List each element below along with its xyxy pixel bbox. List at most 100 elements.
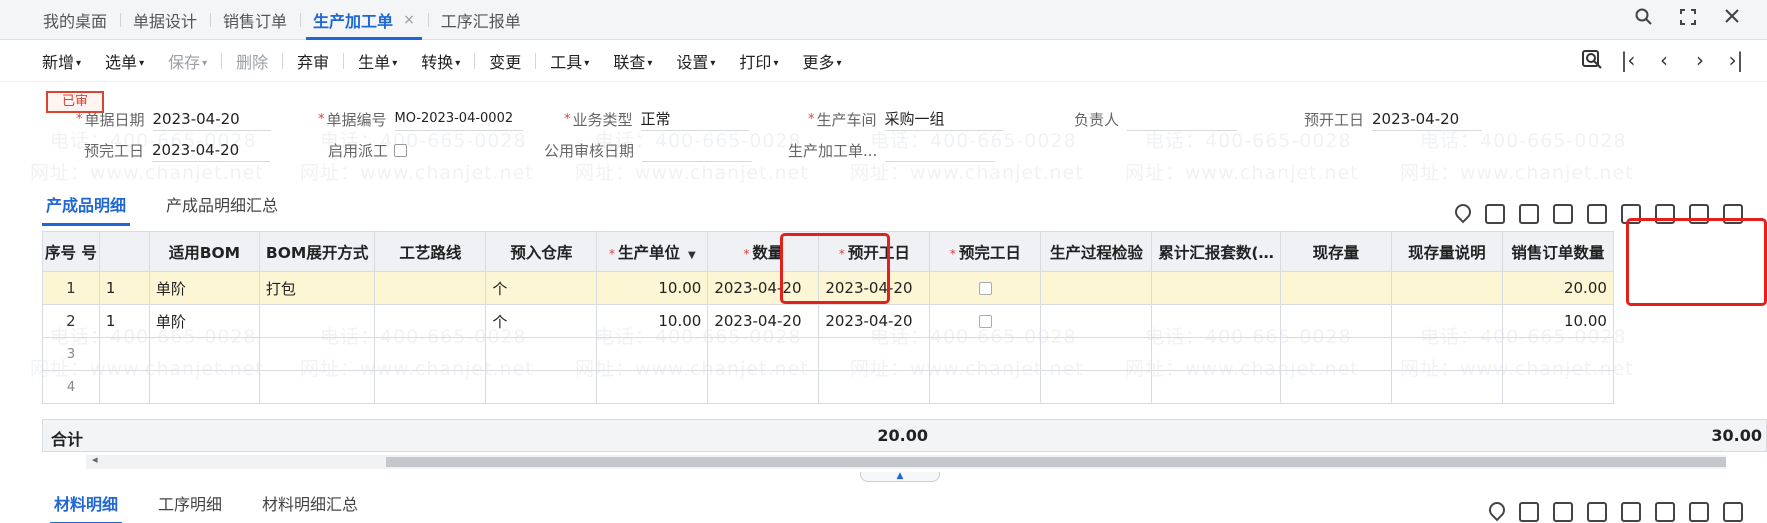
col-header-qty[interactable]: * 数量: [707, 231, 820, 272]
doc-no-input[interactable]: MO-2023-04-0002: [394, 107, 523, 131]
table-cell[interactable]: 单阶: [148, 271, 260, 305]
table-cell[interactable]: 2023-04-20: [818, 304, 931, 338]
column-settings-icon[interactable]: [1723, 502, 1743, 522]
table-cell[interactable]: [1151, 370, 1281, 404]
add-row-icon[interactable]: [1485, 204, 1505, 224]
table-cell[interactable]: 个: [485, 271, 598, 305]
table-cell[interactable]: [929, 337, 1042, 371]
col-header-rowno[interactable]: 序号 号: [42, 231, 100, 272]
plan-finish-input[interactable]: 2023-04-20: [152, 138, 271, 162]
col-header-route[interactable]: 工艺路线: [374, 231, 487, 272]
next-record-icon[interactable]: ›: [1689, 48, 1711, 72]
copy-row-icon[interactable]: [1519, 204, 1539, 224]
close-window-icon[interactable]: [1721, 8, 1743, 30]
location-pin-icon[interactable]: [1451, 200, 1475, 224]
table-cell[interactable]: [148, 370, 260, 404]
table-cell[interactable]: [1279, 304, 1392, 338]
table-cell[interactable]: 1: [98, 271, 150, 305]
so-qty-cell[interactable]: 10.00: [1501, 304, 1614, 338]
table-cell[interactable]: 打包: [258, 271, 376, 305]
so-qty-cell[interactable]: 20.00: [1501, 271, 1614, 305]
close-icon[interactable]: ×: [403, 12, 415, 28]
col-header-inspection[interactable]: 生产过程检验: [1040, 231, 1153, 272]
change-button[interactable]: 变更: [477, 49, 533, 73]
table-cell[interactable]: [258, 370, 376, 404]
table-cell[interactable]: [596, 370, 709, 404]
tab-form-design[interactable]: 单据设计: [120, 0, 210, 40]
save-button[interactable]: 保存 ▾: [156, 49, 219, 73]
fullscreen-icon[interactable]: [1677, 8, 1699, 30]
table-cell[interactable]: [1279, 337, 1392, 371]
col-header-reported[interactable]: 累计汇报套数(…: [1151, 231, 1281, 272]
copy-row-icon[interactable]: [1553, 502, 1573, 522]
audit-date-input[interactable]: [642, 138, 753, 162]
batch-edit-icon[interactable]: [1621, 502, 1641, 522]
location-pin-icon[interactable]: [1485, 498, 1509, 522]
workshop-input[interactable]: 采购一组: [884, 107, 1003, 131]
col-header-bom[interactable]: 适用BOM: [148, 231, 260, 272]
col-header-plan-start[interactable]: * 预开工日: [818, 231, 931, 272]
col-header-plan-finish[interactable]: * 预完工日: [929, 231, 1042, 272]
search-icon[interactable]: [1633, 8, 1655, 30]
table-cell[interactable]: [374, 304, 487, 338]
table-row[interactable]: 3: [42, 337, 1614, 371]
table-row[interactable]: 2 1 单阶 个 10.00 2023-04-20 2023-04-20 10.…: [42, 304, 1614, 338]
abandon-audit-button[interactable]: 弃审: [285, 49, 341, 73]
locate-record-icon[interactable]: [1581, 48, 1603, 72]
last-record-icon[interactable]: ›|: [1725, 48, 1747, 72]
table-cell[interactable]: [98, 337, 150, 371]
tab-finished-goods-summary[interactable]: 产成品明细汇总: [166, 192, 278, 222]
col-header-so-qty[interactable]: 销售订单数量: [1501, 231, 1614, 272]
doc-ref-input[interactable]: [885, 138, 996, 162]
select-button[interactable]: 选单 ▾: [93, 49, 156, 73]
table-cell[interactable]: [485, 370, 598, 404]
table-row[interactable]: 4: [42, 370, 1614, 404]
prev-record-icon[interactable]: ‹: [1653, 48, 1675, 72]
generate-button[interactable]: 生单 ▾: [346, 49, 409, 73]
table-cell[interactable]: [818, 337, 931, 371]
tab-my-desktop[interactable]: 我的桌面: [30, 0, 120, 40]
scroll-left-icon[interactable]: ◂: [92, 453, 98, 466]
col-header-blank[interactable]: [98, 231, 150, 272]
horizontal-scrollbar[interactable]: ◂: [86, 453, 1726, 469]
dispatch-checkbox[interactable]: [394, 143, 408, 157]
add-row-icon[interactable]: [1519, 502, 1539, 522]
query-button[interactable]: 联查 ▾: [601, 49, 664, 73]
tab-material-summary[interactable]: 材料明细汇总: [262, 491, 358, 521]
collapse-handle[interactable]: ▲: [860, 472, 940, 482]
table-cell[interactable]: [818, 370, 931, 404]
home-icon[interactable]: [1655, 204, 1675, 224]
table-cell[interactable]: [1390, 337, 1503, 371]
table-cell[interactable]: [374, 271, 487, 305]
tab-material-detail[interactable]: 材料明细: [49, 491, 123, 523]
delete-row-icon[interactable]: [1553, 204, 1573, 224]
table-cell[interactable]: 个: [485, 304, 598, 338]
export-icon[interactable]: [1655, 502, 1675, 522]
table-cell[interactable]: [1040, 337, 1153, 371]
inspection-checkbox[interactable]: [978, 282, 992, 295]
table-cell[interactable]: [1151, 337, 1281, 371]
table-cell[interactable]: [1279, 271, 1392, 305]
table-cell[interactable]: [1390, 304, 1503, 338]
col-header-unit[interactable]: * 生产单位 ▼: [596, 231, 709, 272]
first-record-icon[interactable]: |‹: [1617, 48, 1639, 72]
plan-start-input[interactable]: 2023-04-20: [1372, 107, 1483, 131]
settings-button[interactable]: 设置 ▾: [664, 49, 727, 73]
delete-button[interactable]: 删除: [224, 49, 280, 73]
table-cell[interactable]: [707, 370, 820, 404]
inspection-checkbox[interactable]: [978, 315, 992, 328]
table-cell[interactable]: [1501, 370, 1614, 404]
table-cell[interactable]: [485, 337, 598, 371]
table-cell[interactable]: [1390, 271, 1503, 305]
table-cell[interactable]: [98, 370, 150, 404]
table-cell[interactable]: [258, 304, 376, 338]
table-row[interactable]: 1 1 单阶 打包 个 10.00 2023-04-20 2023-04-20 …: [42, 271, 1614, 305]
delete-row-icon[interactable]: [1587, 502, 1607, 522]
qty-cell[interactable]: 10.00: [596, 304, 709, 338]
tools-button[interactable]: 工具 ▾: [538, 49, 601, 73]
doc-date-input[interactable]: 2023-04-20: [152, 107, 271, 131]
table-cell[interactable]: 单阶: [148, 304, 260, 338]
table-cell[interactable]: 1: [98, 304, 150, 338]
table-cell[interactable]: [1151, 271, 1281, 305]
tab-finished-goods[interactable]: 产成品明细: [41, 192, 131, 226]
